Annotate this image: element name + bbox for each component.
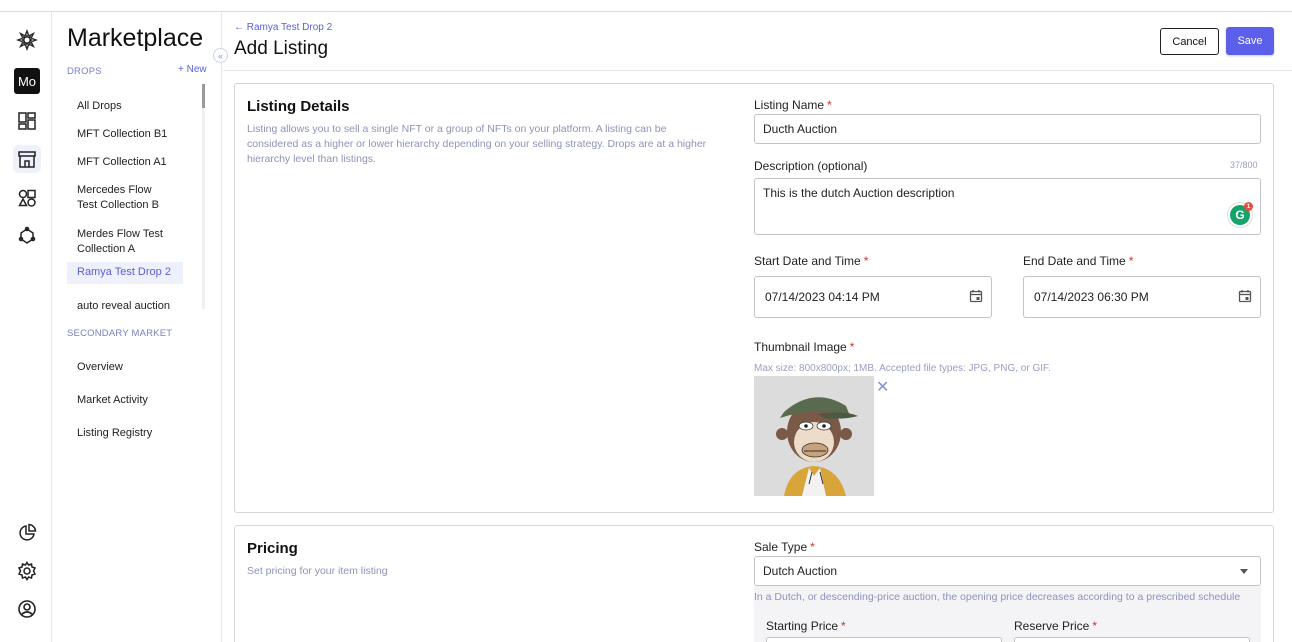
collapse-sidebar-button[interactable]: « (213, 48, 228, 63)
sidebar-item-drop-active[interactable]: Ramya Test Drop 2 (67, 262, 183, 284)
end-date-value: 07/14/2023 06:30 PM (1034, 290, 1149, 304)
start-date-input[interactable]: 07/14/2023 04:14 PM (754, 276, 992, 318)
main-content: ← Ramya Test Drop 2 Add Listing Cancel S… (223, 12, 1292, 642)
sale-type-label: Sale Type * (754, 540, 815, 554)
sale-type-hint: In a Dutch, or descending-price auction,… (754, 591, 1241, 603)
sidebar-item-drop[interactable]: auto reveal auction (67, 296, 183, 317)
top-strip (0, 0, 1292, 12)
sidebar-item-all-drops[interactable]: All Drops (67, 96, 183, 117)
sidebar-item-drop[interactable]: Mercedes Flow Test Collection B (67, 180, 183, 216)
cancel-button[interactable]: Cancel (1160, 28, 1219, 55)
calendar-icon[interactable] (969, 289, 983, 303)
page-title: Add Listing (234, 38, 329, 59)
description-label: Description (optional) (754, 159, 868, 173)
listing-name-label: Listing Name * (754, 98, 832, 112)
drops-scroll-track[interactable] (202, 84, 205, 309)
thumbnail-hint: Max size: 800x800px; 1MB. Accepted file … (754, 363, 1051, 374)
new-drop-button[interactable]: + New (178, 64, 207, 75)
start-date-label: Start Date and Time * (754, 254, 869, 268)
marketplace-store-icon[interactable] (13, 145, 41, 173)
save-button[interactable]: Save (1226, 27, 1274, 55)
analytics-pie-icon[interactable] (13, 519, 41, 547)
header-divider (223, 70, 1292, 71)
sale-type-value: Dutch Auction (763, 564, 838, 578)
end-date-label: End Date and Time * (1023, 254, 1134, 268)
reserve-price-label: Reserve Price * (1014, 619, 1098, 633)
pricing-title: Pricing (247, 540, 298, 557)
start-date-value: 07/14/2023 04:14 PM (765, 290, 880, 304)
starting-price-input[interactable] (766, 637, 1002, 642)
sale-type-select[interactable]: Dutch Auction (754, 556, 1261, 586)
ape-nft-illustration (754, 376, 874, 496)
org-avatar[interactable]: Mo (14, 68, 40, 94)
grammarly-icon[interactable]: G1 (1230, 202, 1253, 225)
listing-details-title: Listing Details (247, 98, 350, 115)
breadcrumb[interactable]: ← Ramya Test Drop 2 (234, 22, 332, 33)
sidebar-item-drop[interactable]: MFT Collection A1 (67, 152, 183, 173)
thumbnail-image (754, 376, 874, 496)
thumbnail-label: Thumbnail Image * (754, 340, 855, 354)
chevron-down-icon (1240, 569, 1248, 574)
marketplace-sidebar: Marketplace DROPS + New All Drops MFT Co… (52, 12, 222, 642)
settings-gear-icon[interactable] (13, 557, 41, 585)
grammarly-badge: 1 (1244, 202, 1253, 211)
description-value: This is the dutch Auction description (763, 186, 955, 200)
end-date-input[interactable]: 07/14/2023 06:30 PM (1023, 276, 1261, 318)
icon-rail: Mo (0, 12, 52, 642)
description-char-counter: 37/800 (1230, 160, 1258, 170)
listing-name-input[interactable]: Ducth Auction (754, 114, 1261, 144)
logo-flower-icon[interactable] (13, 26, 41, 54)
listing-details-card: Listing Details Listing allows you to se… (234, 83, 1274, 513)
pricing-description: Set pricing for your item listing (247, 565, 388, 577)
sidebar-title: Marketplace (67, 24, 204, 52)
account-icon[interactable] (13, 595, 41, 623)
reserve-price-input[interactable] (1014, 637, 1250, 642)
sidebar-item-drop[interactable]: Merdes Flow Test Collection A (67, 224, 183, 260)
drops-scroll-thumb[interactable] (202, 84, 205, 108)
community-icon[interactable] (13, 222, 41, 250)
sidebar-item-overview[interactable]: Overview (67, 357, 183, 378)
drops-section-label: DROPS (67, 66, 102, 77)
collectibles-icon[interactable] (13, 184, 41, 212)
sidebar-item-drop[interactable]: MFT Collection B1 (67, 124, 183, 145)
description-textarea[interactable]: This is the dutch Auction description G1 (754, 178, 1261, 235)
remove-thumbnail-icon[interactable]: ✕ (876, 377, 889, 397)
secondary-market-section-label: SECONDARY MARKET (67, 328, 173, 339)
calendar-icon[interactable] (1238, 289, 1252, 303)
listing-details-description: Listing allows you to sell a single NFT … (247, 123, 707, 165)
sidebar-item-market-activity[interactable]: Market Activity (67, 390, 183, 411)
dashboard-icon[interactable] (13, 107, 41, 135)
sidebar-item-listing-registry[interactable]: Listing Registry (67, 423, 183, 444)
pricing-card: Pricing Set pricing for your item listin… (234, 525, 1274, 642)
starting-price-label: Starting Price * (766, 619, 846, 633)
